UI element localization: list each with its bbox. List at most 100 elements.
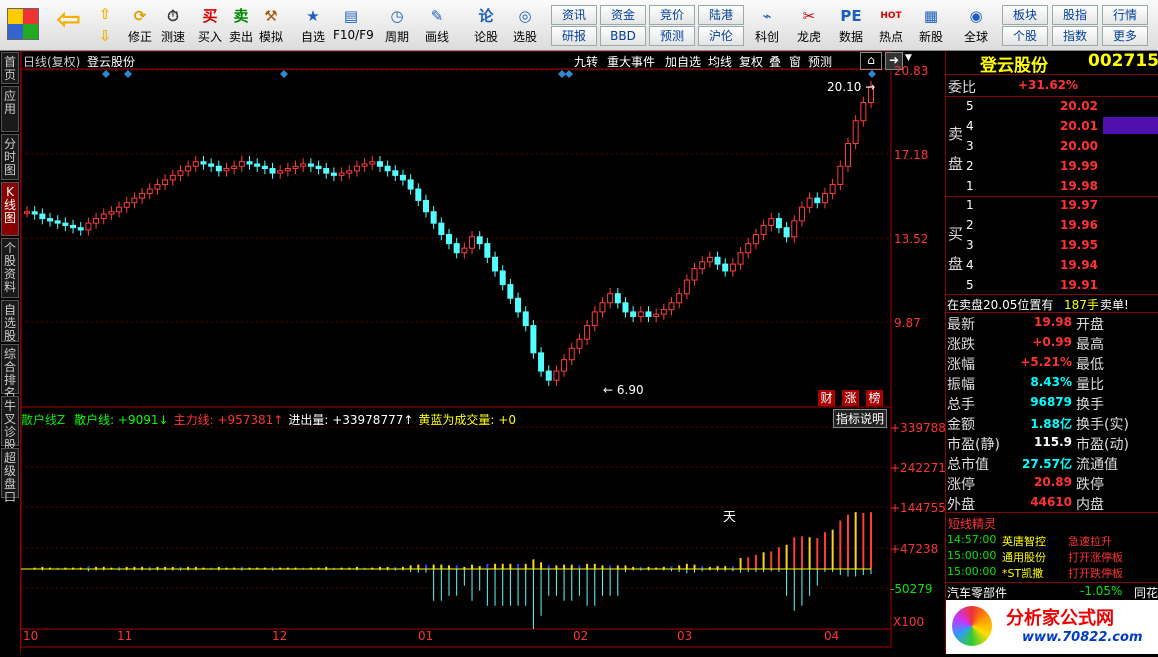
genie-stock-1[interactable]: 通用股份 xyxy=(1002,549,1046,565)
data-button[interactable]: PE 数据 xyxy=(833,2,869,48)
global-button[interactable]: ◉ 全球 xyxy=(958,2,994,48)
genie-time-0: 14:57:00 xyxy=(947,533,997,546)
pick-icon: ◎ xyxy=(518,7,532,25)
kechuang-button[interactable]: ⌁ 科创 xyxy=(749,2,785,48)
mini-button-2[interactable]: 竞价 xyxy=(649,5,695,25)
mini-button-3[interactable]: 陆港 xyxy=(698,5,744,25)
candle-body-83 xyxy=(660,309,667,315)
genie-stock-2[interactable]: *ST凯撒 xyxy=(1002,565,1043,581)
candle-body-68 xyxy=(545,370,552,381)
lungu-button[interactable]: 论论股 xyxy=(468,2,504,48)
draw-label: 画线 xyxy=(424,30,449,44)
left-tab-5[interactable]: 自选股 xyxy=(1,300,19,343)
period-button[interactable]: ◷ 周期 xyxy=(379,2,415,48)
sector-name[interactable]: 汽车零部件 xyxy=(947,584,1007,601)
f10-label: F10/F9 xyxy=(333,28,374,42)
simulate-button[interactable]: ⚒ 模拟 xyxy=(253,2,289,48)
back-button[interactable]: ⇦ xyxy=(48,2,88,48)
candle-body-99 xyxy=(783,227,790,238)
mini-button-6[interactable]: 预测 xyxy=(649,26,695,46)
candle-body-90 xyxy=(714,256,721,265)
chart-header-button-7[interactable]: 预测 xyxy=(808,53,832,70)
grid-logo-icon xyxy=(7,8,39,40)
left-tab-0[interactable]: 首页 xyxy=(1,52,19,84)
ask-price-1: 20.01 xyxy=(1060,119,1098,133)
mini-right-button-5[interactable]: 更多 xyxy=(1102,26,1148,46)
menu-button[interactable] xyxy=(3,2,43,48)
weibi-value: +31.62% xyxy=(1018,78,1079,92)
left-tab-1[interactable]: 应用 xyxy=(1,86,19,132)
chart-header-button-2[interactable]: 加自选 xyxy=(665,53,701,70)
modify-button[interactable]: ⟳ 修正 xyxy=(122,2,158,48)
pick-button[interactable]: ◎ 选股 xyxy=(507,2,543,48)
left-tab-3[interactable]: K线图 xyxy=(1,182,19,236)
chart-badge-2[interactable]: 榜 xyxy=(866,390,883,406)
mini-right-button-2[interactable]: 行情 xyxy=(1102,5,1148,25)
candle-body-21 xyxy=(185,165,192,172)
draw-button[interactable]: ✎ 画线 xyxy=(419,2,455,48)
month-label-1: 11 xyxy=(117,629,133,643)
bid-level-2: 3 xyxy=(966,238,974,252)
f10-button[interactable]: ▤ F10/F9 xyxy=(333,2,374,48)
candle-body-9 xyxy=(93,218,100,224)
left-tab-2[interactable]: 分时图 xyxy=(1,134,19,180)
left-tab-8[interactable]: 超级盘口 xyxy=(1,448,19,504)
test-button[interactable]: ⏱ 测速 xyxy=(155,2,191,48)
chart-badge-1[interactable]: 涨 xyxy=(842,390,859,406)
genie-stock-0[interactable]: 英唐智控 xyxy=(1002,533,1046,549)
mini-button-1[interactable]: 资金 xyxy=(600,5,646,25)
indicator-axis-label-3: +47238 xyxy=(890,542,939,556)
mini-button-5[interactable]: BBD xyxy=(600,26,646,46)
mini-button-0[interactable]: 资讯 xyxy=(551,5,597,25)
mini-right-button-0[interactable]: 板块 xyxy=(1002,5,1048,25)
lock-icon[interactable]: ⌂ xyxy=(860,52,882,70)
candle-body-65 xyxy=(522,311,529,327)
self-select-button[interactable]: ★ 自选 xyxy=(295,2,331,48)
hot-button[interactable]: HOT 热点 xyxy=(873,2,909,48)
new-stock-button[interactable]: ▦ 新股 xyxy=(913,2,949,48)
genie-title[interactable]: 短线精灵 xyxy=(948,515,996,532)
candle-body-51 xyxy=(415,188,422,201)
indicator-axis-label-4: -50279 xyxy=(890,582,933,596)
mini-button-4[interactable]: 研报 xyxy=(551,26,597,46)
updown-buttons[interactable]: ⇧ ⇩ xyxy=(92,2,118,48)
chart-badge-0[interactable]: 财 xyxy=(818,390,835,406)
mini-right-button-1[interactable]: 股指 xyxy=(1052,5,1098,25)
candle-body-87 xyxy=(691,268,698,281)
left-tab-6[interactable]: 综合排名 xyxy=(1,344,19,400)
candle-body-88 xyxy=(699,261,706,270)
chart-header-button-1[interactable]: 重大事件 xyxy=(607,53,655,70)
candle-body-4 xyxy=(54,220,61,224)
longhu-button[interactable]: ✂ 龙虎 xyxy=(791,2,827,48)
buy-icon: 买 xyxy=(202,7,218,25)
candle-body-36 xyxy=(300,163,307,167)
candle-body-101 xyxy=(798,206,805,222)
candle-body-34 xyxy=(284,168,291,172)
logo-text: 分析家公式网 xyxy=(1006,608,1114,629)
mini-button-7[interactable]: 沪伦 xyxy=(698,26,744,46)
test-label: 测速 xyxy=(160,30,185,44)
candle-body-15 xyxy=(139,193,146,199)
chart-header-button-4[interactable]: 复权 xyxy=(739,53,763,70)
chart-header-button-5[interactable]: 叠 xyxy=(769,53,781,70)
mini-right-button-4[interactable]: 指数 xyxy=(1052,26,1098,46)
left-tab-4[interactable]: 个股资料 xyxy=(1,238,19,298)
dropdown-icon[interactable]: ▼ xyxy=(905,53,912,63)
candle-body-14 xyxy=(131,197,138,204)
indicator-help-button[interactable]: 指标说明 xyxy=(833,409,888,428)
chart-header-button-6[interactable]: 窗 xyxy=(789,53,801,70)
stat-label2-5: 换手(实) xyxy=(1076,417,1129,433)
mini-right-button-3[interactable]: 个股 xyxy=(1002,26,1048,46)
chart-header-button-0[interactable]: 九转 xyxy=(574,53,598,70)
modify-icon: ⟳ xyxy=(133,7,147,25)
ask-level-2: 3 xyxy=(966,139,974,153)
chart-header-button-3[interactable]: 均线 xyxy=(708,53,732,70)
candle-body-18 xyxy=(162,179,169,185)
month-label-3: 01 xyxy=(418,629,434,643)
stat-label-0: 最新 xyxy=(947,317,975,333)
left-tab-7[interactable]: 牛叉诊股 xyxy=(1,396,19,452)
candle-body-50 xyxy=(407,179,414,190)
stat-value-6: 115.9 xyxy=(1034,435,1072,449)
stat-label2-6: 市盈(动) xyxy=(1076,437,1129,453)
candle-body-79 xyxy=(630,311,637,317)
